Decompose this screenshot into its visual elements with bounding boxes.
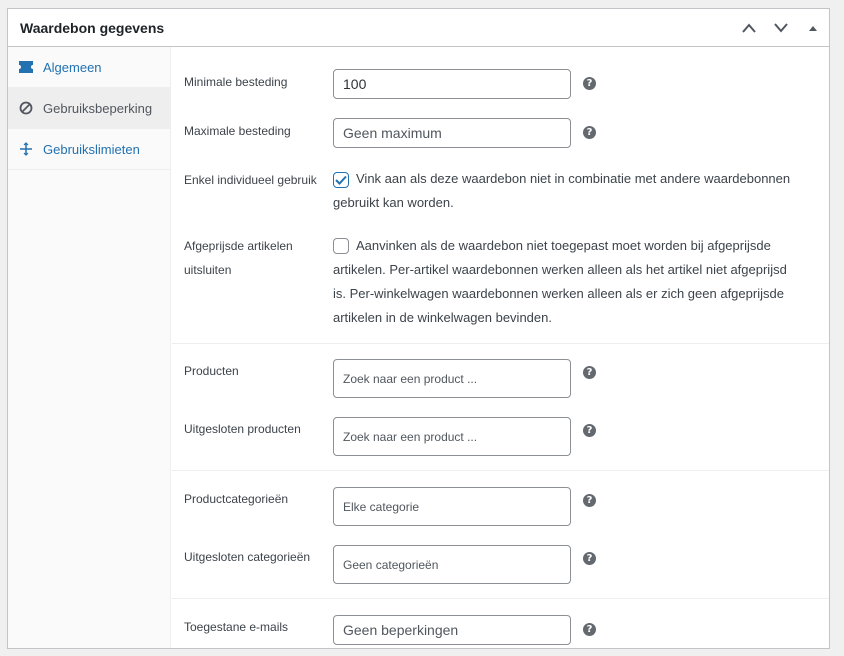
block-icon	[17, 99, 35, 117]
tab-usage-restriction[interactable]: Gebruiksbeperking	[8, 88, 170, 129]
exclude-sale-description: Aanvinken als de waardebon niet toegepas…	[333, 238, 787, 325]
exclude-categories-select[interactable]: Geen categorieën	[333, 545, 571, 584]
arrows-icon	[17, 140, 35, 158]
tab-label: Gebruikslimieten	[43, 141, 140, 157]
emails-placeholder: Geen beperkingen	[343, 622, 459, 638]
exclude-products-label: Uitgesloten producten	[184, 422, 301, 436]
exclude-products-select[interactable]: Zoek naar een product ...	[333, 417, 571, 456]
individual-use-label: Enkel individueel gebruik	[184, 173, 317, 187]
help-icon[interactable]: ?	[583, 623, 596, 636]
tab-label: Gebruiksbeperking	[43, 100, 153, 116]
emails-label: Toegestane e-mails	[184, 620, 289, 634]
products-placeholder: Zoek naar een product ...	[343, 371, 478, 386]
panel-wrap: Algemeen Gebruiksbeperking Gebruikslimie…	[8, 47, 829, 648]
help-icon[interactable]: ?	[583, 366, 596, 379]
emails-input[interactable]: Geen beperkingen	[333, 615, 571, 645]
exclude-categories-placeholder: Geen categorieën	[343, 557, 439, 572]
chevron-down-icon	[774, 22, 788, 33]
products-select[interactable]: Zoek naar een product ...	[333, 359, 571, 398]
help-icon[interactable]: ?	[583, 424, 596, 437]
categories-label: Productcategorieën	[184, 492, 289, 506]
tab-usage-limits[interactable]: Gebruikslimieten	[8, 129, 170, 170]
exclude-products-placeholder: Zoek naar een product ...	[343, 429, 478, 444]
help-icon[interactable]: ?	[583, 77, 596, 90]
tabs-sidebar: Algemeen Gebruiksbeperking Gebruikslimie…	[8, 47, 171, 648]
postbox-header: Waardebon gegevens	[8, 9, 829, 47]
toggle-panel-button[interactable]	[797, 10, 829, 46]
products-label: Producten	[184, 364, 239, 378]
move-up-button[interactable]	[733, 10, 765, 46]
handle-actions	[733, 9, 829, 46]
max-spend-label: Maximale besteding	[184, 124, 291, 138]
help-icon[interactable]: ?	[583, 494, 596, 507]
exclude-sale-label: Afgeprijsde artikelen uitsluiten	[184, 239, 293, 277]
categories-placeholder: Elke categorie	[343, 499, 420, 514]
options-group-emails: Toegestane e-mails Geen beperkingen ?	[172, 599, 829, 648]
tab-general[interactable]: Algemeen	[8, 47, 170, 88]
chevron-up-icon	[742, 22, 756, 33]
ticket-icon	[17, 58, 35, 76]
triangle-up-icon	[809, 25, 817, 31]
help-icon[interactable]: ?	[583, 552, 596, 565]
postbox-title: Waardebon gegevens	[20, 19, 165, 36]
max-spend-placeholder: Geen maximum	[343, 125, 442, 141]
usage-restriction-panel: Minimale besteding 100 ? Maximale bested…	[172, 47, 829, 648]
tab-label: Algemeen	[43, 59, 102, 75]
move-down-button[interactable]	[765, 10, 797, 46]
min-spend-label: Minimale besteding	[184, 75, 288, 89]
categories-select[interactable]: Elke categorie	[333, 487, 571, 526]
individual-use-description: Vink aan als deze waardebon niet in comb…	[333, 171, 791, 210]
options-group-categories: Productcategorieën Elke categorie ? Uitg…	[172, 471, 829, 599]
options-group-spend: Minimale besteding 100 ? Maximale bested…	[172, 47, 829, 344]
max-spend-input[interactable]: Geen maximum	[333, 118, 571, 148]
coupon-data-box: Waardebon gegevens Algemeen Gebruiksbepe…	[7, 8, 830, 649]
options-group-products: Producten Zoek naar een product ... ? Ui…	[172, 344, 829, 471]
help-icon[interactable]: ?	[583, 126, 596, 139]
min-spend-value: 100	[343, 76, 367, 92]
min-spend-input[interactable]: 100	[333, 69, 571, 99]
exclude-categories-label: Uitgesloten categorieën	[184, 550, 311, 564]
